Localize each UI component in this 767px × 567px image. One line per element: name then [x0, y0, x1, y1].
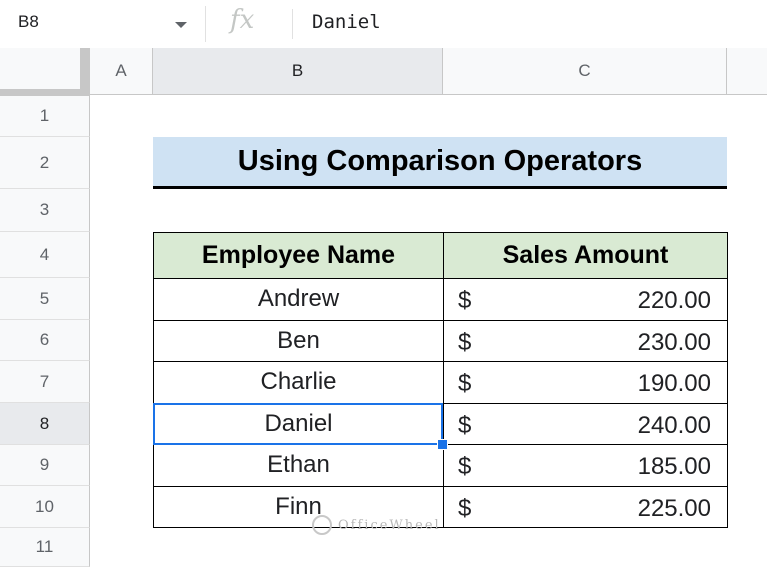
row-header-9[interactable]: 9	[0, 445, 90, 486]
sales-amount-cell[interactable]: $185.00	[443, 444, 728, 487]
formula-bar: B8 fx Daniel	[0, 0, 767, 49]
sales-amount-cell[interactable]: $220.00	[443, 278, 728, 321]
row-header-3[interactable]: 3	[0, 189, 90, 232]
employee-name-cell[interactable]: Charlie	[153, 361, 444, 404]
name-box-dropdown-icon[interactable]	[175, 22, 187, 28]
column-header-a[interactable]: A	[90, 48, 153, 95]
amount-value: 240.00	[637, 411, 711, 439]
divider	[292, 9, 293, 39]
amount-value: 190.00	[637, 370, 711, 397]
column-header-b[interactable]: B	[153, 48, 443, 95]
currency-symbol: $	[458, 494, 472, 522]
sheet-title-cell[interactable]: Using Comparison Operators	[153, 137, 727, 189]
fx-icon: fx	[230, 5, 255, 35]
employee-name-cell-selected[interactable]: Daniel	[153, 402, 444, 445]
sales-amount-cell[interactable]: $225.00	[443, 485, 728, 528]
amount-value: 225.00	[637, 494, 711, 522]
table-row: Andrew $220.00	[153, 278, 728, 321]
currency-symbol: $	[458, 287, 472, 314]
column-header-c[interactable]: C	[443, 48, 727, 95]
table-row: Charlie $190.00	[153, 361, 728, 404]
currency-symbol: $	[458, 453, 472, 480]
sales-table: Employee Name Sales Amount Andrew $220.0…	[153, 232, 728, 528]
frozen-row-bar[interactable]	[0, 89, 90, 96]
row-header-6[interactable]: 6	[0, 320, 90, 361]
name-box[interactable]: B8	[18, 12, 39, 32]
row-header-11[interactable]: 11	[0, 528, 90, 567]
officewheel-logo-icon	[312, 515, 332, 535]
header-sales-amount[interactable]: Sales Amount	[443, 232, 728, 279]
formula-input[interactable]: Daniel	[312, 11, 381, 33]
currency-symbol: $	[458, 328, 472, 356]
employee-name-cell[interactable]: Andrew	[153, 278, 444, 321]
row-header-4[interactable]: 4	[0, 232, 90, 278]
amount-value: 185.00	[637, 453, 711, 480]
row-header-10[interactable]: 10	[0, 486, 90, 528]
divider	[205, 6, 206, 42]
row-header-7[interactable]: 7	[0, 361, 90, 403]
row-header-1[interactable]: 1	[0, 96, 90, 137]
table-header-row: Employee Name Sales Amount	[153, 232, 728, 279]
row-header-8[interactable]: 8	[0, 403, 90, 445]
fill-handle[interactable]	[437, 439, 448, 450]
header-employee-name[interactable]: Employee Name	[153, 232, 444, 279]
employee-name-cell[interactable]: Ben	[153, 319, 444, 362]
sales-amount-cell[interactable]: $230.00	[443, 319, 728, 362]
table-row: Ethan $185.00	[153, 444, 728, 487]
amount-value: 220.00	[637, 287, 711, 314]
sales-amount-cell[interactable]: $190.00	[443, 361, 728, 404]
currency-symbol: $	[458, 411, 472, 439]
column-header-d[interactable]	[727, 48, 767, 95]
employee-name-cell[interactable]: Ethan	[153, 444, 444, 487]
table-row: Ben $230.00	[153, 319, 728, 362]
watermark-text: OfficeWheel	[338, 517, 441, 533]
sales-amount-cell[interactable]: $240.00	[443, 402, 728, 445]
amount-value: 230.00	[637, 328, 711, 356]
row-header-2[interactable]: 2	[0, 137, 90, 189]
watermark: OfficeWheel	[312, 515, 441, 535]
currency-symbol: $	[458, 370, 472, 397]
row-header-5[interactable]: 5	[0, 278, 90, 320]
